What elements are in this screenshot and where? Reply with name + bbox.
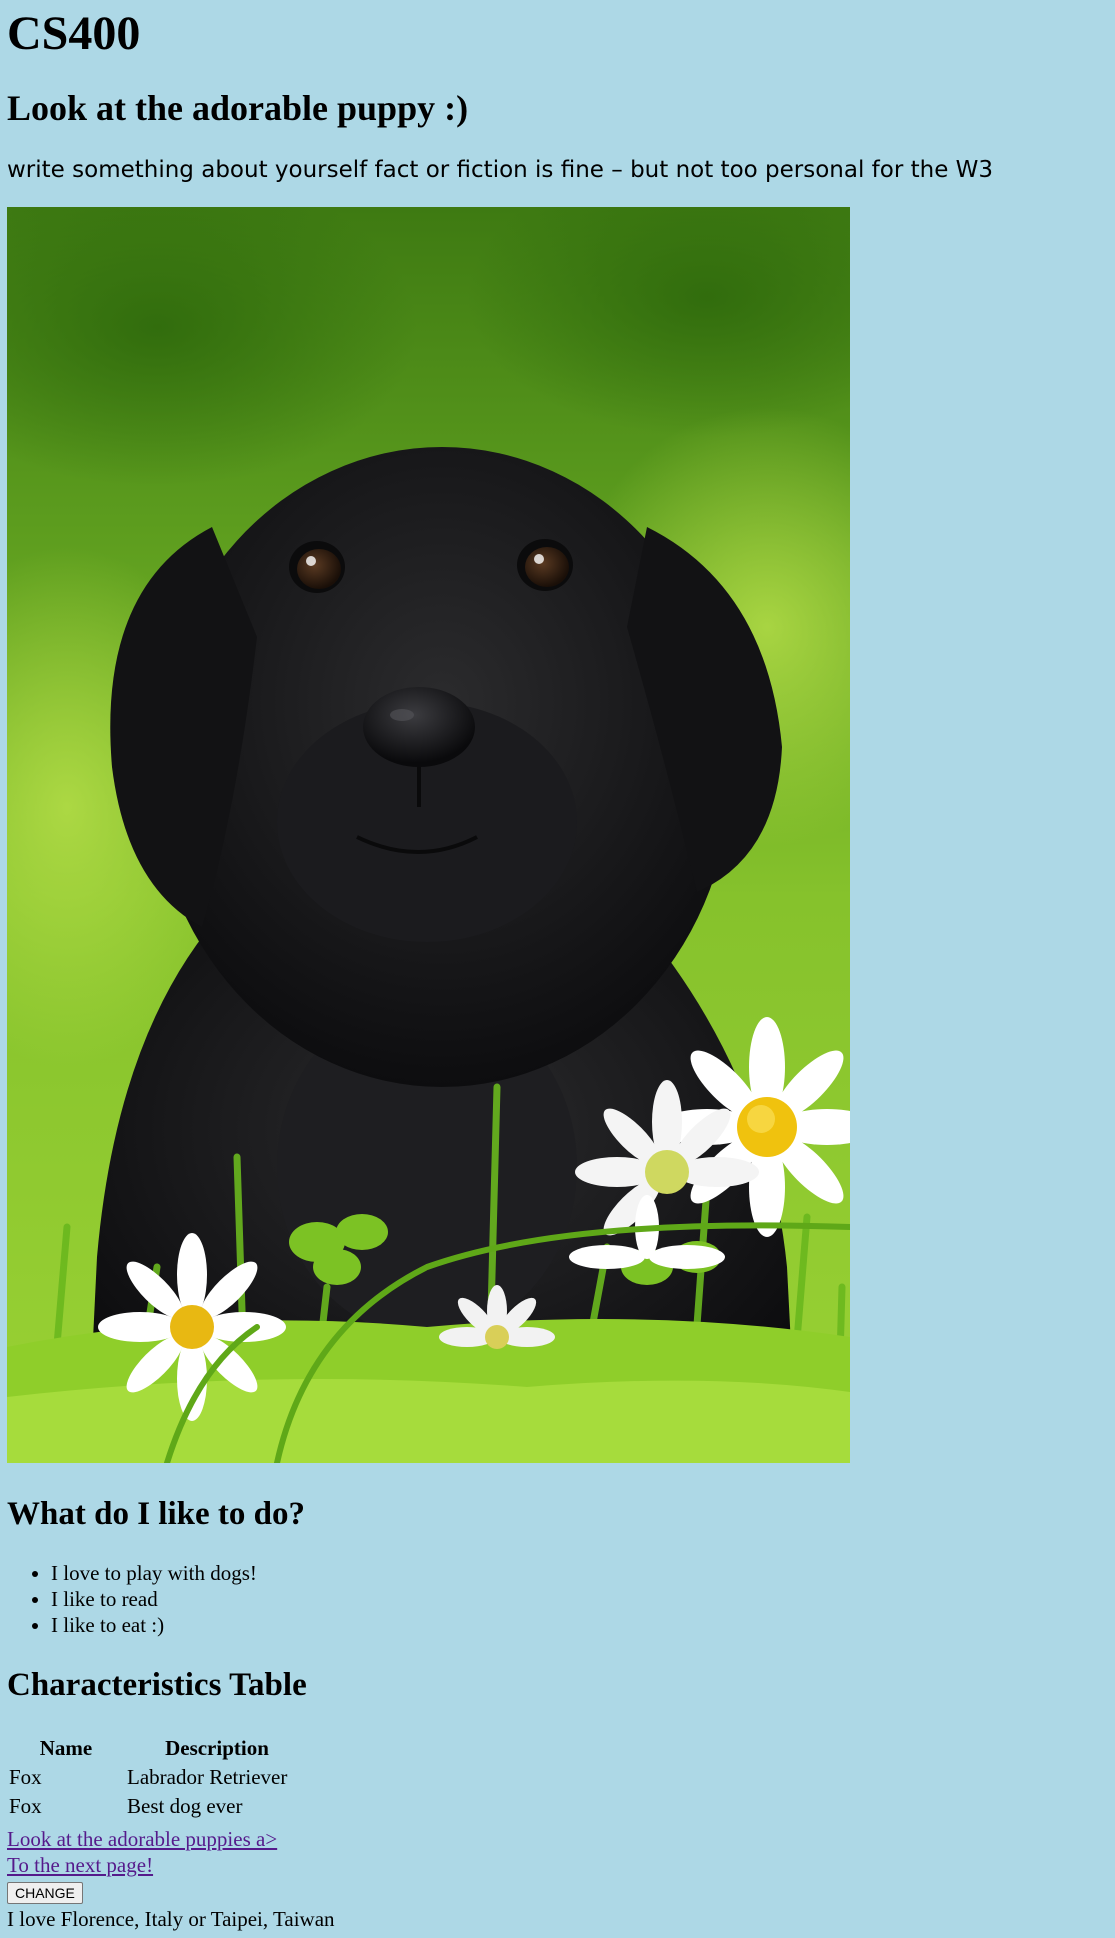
puppy-photo bbox=[7, 207, 850, 1463]
table-row: Fox Best dog ever bbox=[7, 1792, 309, 1821]
puppy-illustration bbox=[7, 207, 850, 1463]
list-item: I love to play with dogs! bbox=[51, 1560, 257, 1586]
column-header-name: Name bbox=[39, 1736, 93, 1760]
table-cell-description: Best dog ever bbox=[127, 1794, 243, 1818]
list-item: I like to eat :) bbox=[51, 1612, 257, 1638]
page-subtitle: Look at the adorable puppy :) bbox=[7, 88, 469, 128]
likes-heading: What do I like to do? bbox=[7, 1496, 305, 1532]
change-button[interactable]: CHANGE bbox=[7, 1882, 83, 1904]
characteristics-table: Name Description Fox Labrador Retriever … bbox=[7, 1734, 309, 1821]
table-cell-name: Fox bbox=[9, 1765, 42, 1789]
footer-text: I love Florence, Italy or Taipei, Taiwan bbox=[7, 1907, 335, 1931]
table-row: Fox Labrador Retriever bbox=[7, 1763, 309, 1792]
characteristics-heading: Characteristics Table bbox=[7, 1667, 307, 1703]
likes-list: I love to play with dogs! I like to read… bbox=[7, 1560, 257, 1638]
column-header-description: Description bbox=[165, 1736, 269, 1760]
table-cell-name: Fox bbox=[9, 1794, 42, 1818]
intro-text: write something about yourself fact or f… bbox=[7, 157, 994, 183]
table-cell-description: Labrador Retriever bbox=[127, 1765, 288, 1789]
list-item: I like to read bbox=[51, 1586, 257, 1612]
puppies-link[interactable]: Look at the adorable puppies a> bbox=[7, 1826, 277, 1852]
next-page-link[interactable]: To the next page! bbox=[7, 1852, 153, 1878]
site-title: CS400 bbox=[7, 7, 141, 60]
table-header-row: Name Description bbox=[7, 1734, 309, 1763]
